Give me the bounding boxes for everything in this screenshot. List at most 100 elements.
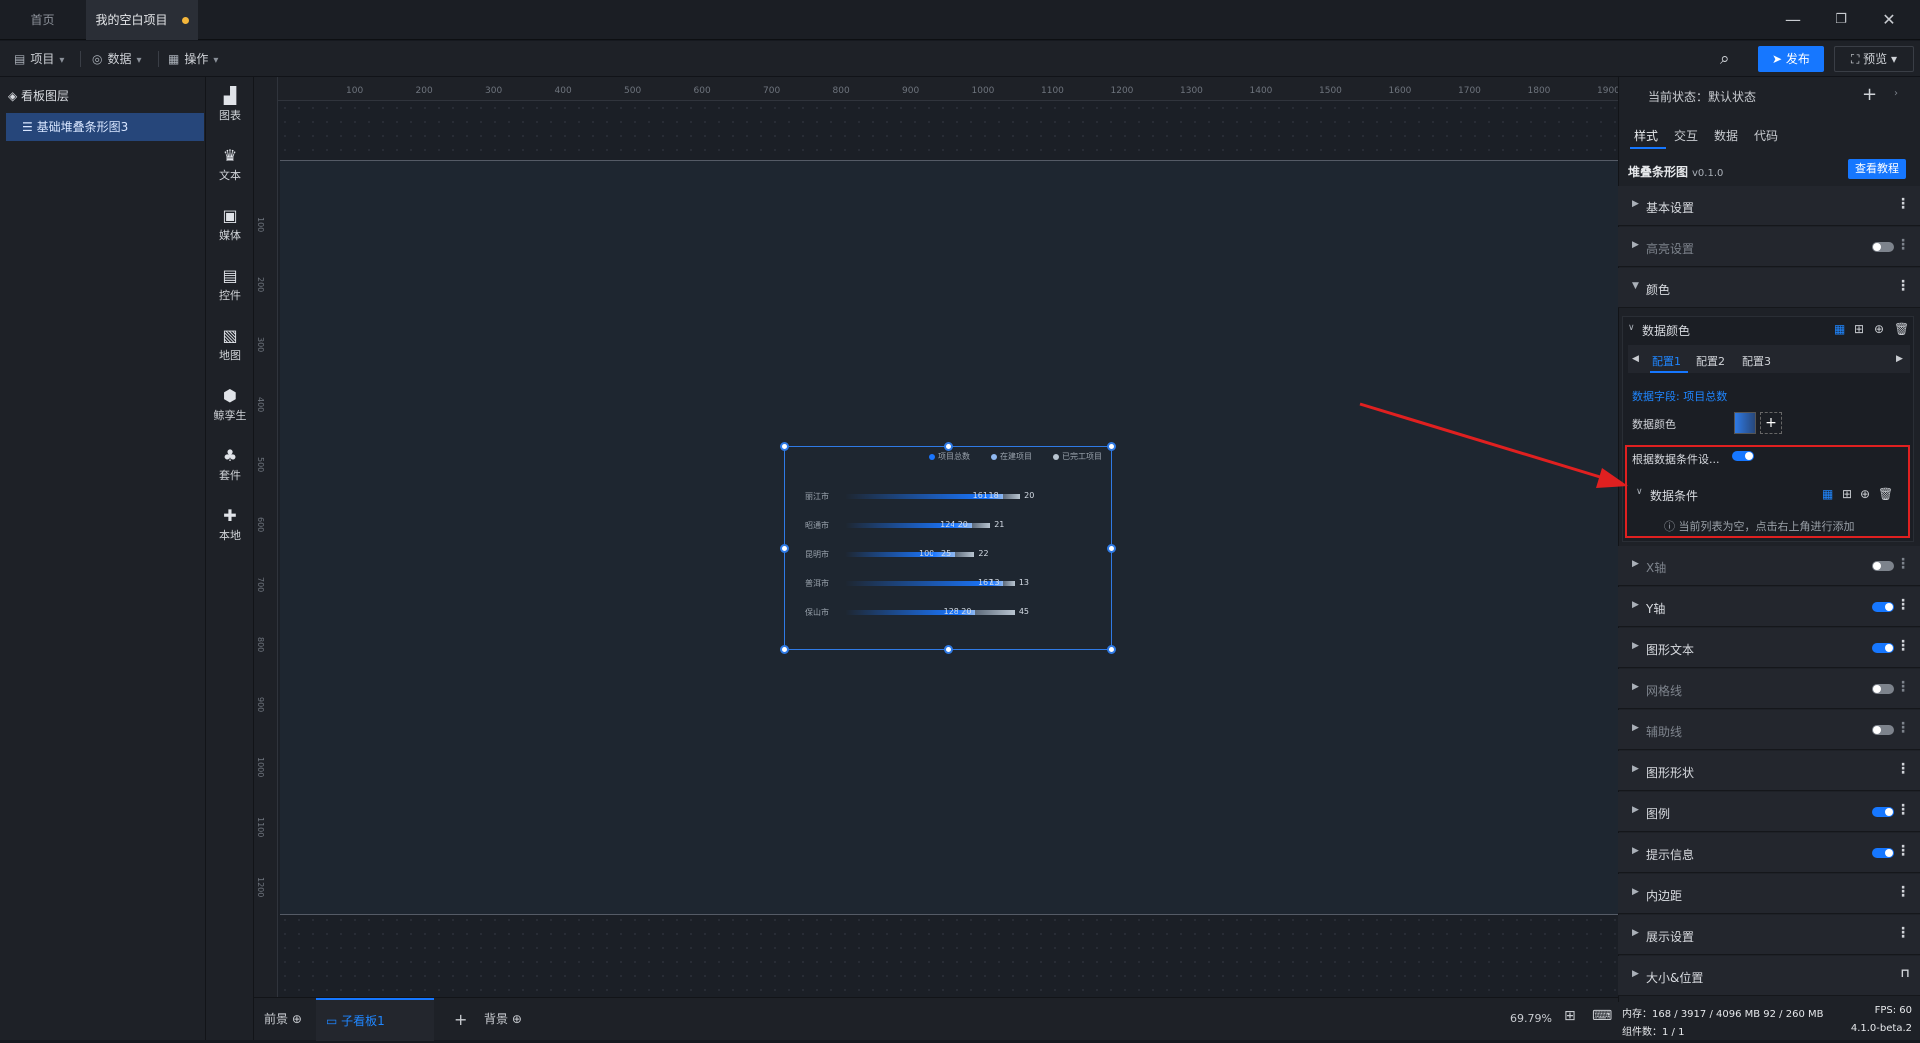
add-board-icon[interactable]: + bbox=[454, 998, 467, 1041]
minimize-icon[interactable]: — bbox=[1770, 0, 1816, 40]
config-tab-1[interactable]: 配置1 bbox=[1652, 353, 1681, 369]
section-size-position[interactable]: ▶ 大小&位置 ⊓ bbox=[1618, 956, 1920, 996]
color-swatch[interactable] bbox=[1734, 412, 1756, 434]
resize-handle[interactable] bbox=[944, 442, 953, 451]
resize-handle[interactable] bbox=[1107, 645, 1116, 654]
tab-home[interactable]: 首页 bbox=[0, 0, 85, 40]
add-circle-icon[interactable]: ⊕ bbox=[1874, 322, 1884, 336]
config-tab-3[interactable]: 配置3 bbox=[1742, 353, 1771, 369]
close-icon[interactable]: ✕ bbox=[1866, 0, 1912, 40]
tool-local[interactable]: ✚ 本地 bbox=[206, 507, 254, 543]
condition-toggle[interactable] bbox=[1732, 451, 1754, 461]
bar-segment[interactable] bbox=[845, 523, 955, 528]
resize-handle[interactable] bbox=[780, 442, 789, 451]
more-icon[interactable]: ⋮ bbox=[1896, 720, 1910, 736]
tab-code[interactable]: 代码 bbox=[1754, 127, 1778, 144]
config-tab-2[interactable]: 配置2 bbox=[1696, 353, 1725, 369]
section-graphic-text[interactable]: ▶ 图形文本 ⋮ bbox=[1618, 628, 1920, 668]
more-icon[interactable]: ⋮ bbox=[1896, 925, 1910, 941]
resize-handle[interactable] bbox=[1107, 442, 1116, 451]
section-guide-line[interactable]: ▶ 辅助线 ⋮ bbox=[1618, 710, 1920, 750]
section-x-axis[interactable]: ▶ X轴 ⋮ bbox=[1618, 546, 1920, 586]
menu-data[interactable]: ◎ 数据 ▾ bbox=[92, 41, 142, 77]
lock-icon[interactable]: ⊓ bbox=[1900, 966, 1910, 980]
fit-screen-icon[interactable]: ⊞ bbox=[1564, 1008, 1576, 1024]
bar-segment[interactable] bbox=[975, 610, 1015, 615]
tab-style[interactable]: 样式 bbox=[1634, 127, 1658, 144]
tab-background[interactable]: 背景 ⊕ bbox=[484, 998, 522, 1041]
section-grid[interactable]: ▶ 网格线 ⋮ bbox=[1618, 669, 1920, 709]
section-y-axis[interactable]: ▶ Y轴 ⋮ bbox=[1618, 587, 1920, 627]
toggle-switch[interactable] bbox=[1872, 807, 1894, 817]
stacked-bar-chart[interactable]: 项目总数 在建项目 已完工项目 丽江市 161 18 20 昭通市 124 20 21 昆明市 1… bbox=[780, 442, 1116, 654]
tab-project[interactable]: 我的空白项目 bbox=[86, 0, 198, 40]
toggle-switch[interactable] bbox=[1872, 725, 1894, 735]
table-icon[interactable]: ▦ bbox=[1834, 322, 1845, 336]
menu-ops[interactable]: ▦ 操作 ▾ bbox=[168, 41, 218, 77]
section-tooltip[interactable]: ▶ 提示信息 ⋮ bbox=[1618, 833, 1920, 873]
toggle-switch[interactable] bbox=[1872, 643, 1894, 653]
more-icon[interactable]: ⋮ bbox=[1896, 237, 1910, 253]
section-shape[interactable]: ▶ 图形形状 ⋮ bbox=[1618, 751, 1920, 791]
resize-handle[interactable] bbox=[944, 645, 953, 654]
preview-button[interactable]: ⛶ 预览 ▾ bbox=[1834, 46, 1914, 72]
caret-left-icon[interactable]: ◀ bbox=[1632, 354, 1639, 364]
bar-segment[interactable] bbox=[971, 523, 991, 528]
tool-map[interactable]: ▧ 地图 bbox=[206, 327, 254, 363]
menu-project[interactable]: ▤ 项目 ▾ bbox=[14, 41, 64, 77]
tutorial-button[interactable]: 查看教程 bbox=[1848, 159, 1906, 179]
bar-segment[interactable] bbox=[845, 610, 958, 615]
section-color[interactable]: ▼ 颜色 ⋮ bbox=[1618, 268, 1920, 308]
chevron-down-icon[interactable]: ∨ bbox=[1628, 323, 1635, 333]
resize-handle[interactable] bbox=[1107, 544, 1116, 553]
zoom-level[interactable]: 69.79% bbox=[1510, 1012, 1552, 1025]
layout-icon[interactable]: ⊞ bbox=[1854, 322, 1864, 336]
publish-button[interactable]: ➤ 发布 bbox=[1758, 46, 1824, 72]
more-icon[interactable]: ⋮ bbox=[1896, 802, 1910, 818]
search-icon[interactable]: ⌕ bbox=[1720, 49, 1740, 69]
more-icon[interactable]: ⋮ bbox=[1896, 679, 1910, 695]
more-icon[interactable]: ⋮ bbox=[1896, 884, 1910, 900]
more-icon[interactable]: ⋮ bbox=[1896, 597, 1910, 613]
tab-interaction[interactable]: 交互 bbox=[1674, 127, 1698, 144]
tool-control[interactable]: ▤ 控件 bbox=[206, 267, 254, 303]
section-padding[interactable]: ▶ 内边距 ⋮ bbox=[1618, 874, 1920, 914]
toggle-switch[interactable] bbox=[1872, 602, 1894, 612]
more-icon[interactable]: ⋮ bbox=[1896, 278, 1910, 294]
more-icon[interactable]: ⋮ bbox=[1896, 196, 1910, 212]
bar-segment[interactable] bbox=[1003, 581, 1015, 586]
bar-segment[interactable] bbox=[845, 494, 987, 499]
more-icon[interactable]: ⋮ bbox=[1896, 556, 1910, 572]
add-circle-icon[interactable]: ⊕ bbox=[1860, 487, 1870, 501]
table-icon[interactable]: ▦ bbox=[1822, 487, 1833, 501]
tool-text[interactable]: ♛ 文本 bbox=[206, 147, 254, 183]
trash-icon[interactable]: 🗑 bbox=[1878, 487, 1893, 501]
resize-handle[interactable] bbox=[780, 544, 789, 553]
section-basic[interactable]: ▶ 基本设置 ⋮ bbox=[1618, 186, 1920, 226]
layer-item[interactable]: ☰ 基础堆叠条形图3 bbox=[6, 113, 204, 141]
bar-segment[interactable] bbox=[845, 581, 992, 586]
add-icon[interactable]: ⊕ bbox=[292, 1012, 302, 1026]
section-highlight[interactable]: ▶ 高亮设置 ⋮ bbox=[1618, 227, 1920, 267]
bar-segment[interactable] bbox=[1002, 494, 1021, 499]
tool-twin[interactable]: ⬢ 鲸孪生 bbox=[206, 387, 254, 423]
more-icon[interactable]: ⋮ bbox=[1896, 843, 1910, 859]
tool-kit[interactable]: ♣ 套件 bbox=[206, 447, 254, 483]
layout-icon[interactable]: ⊞ bbox=[1842, 487, 1852, 501]
tab-subboard[interactable]: ▭ 子看板1 bbox=[316, 998, 434, 1041]
add-state-icon[interactable]: + bbox=[1862, 84, 1877, 105]
more-icon[interactable]: ⋮ bbox=[1896, 761, 1910, 777]
add-color-button[interactable]: + bbox=[1760, 412, 1782, 434]
keyboard-icon[interactable]: ⌨ bbox=[1592, 1008, 1612, 1024]
resize-handle[interactable] bbox=[780, 645, 789, 654]
tab-data[interactable]: 数据 bbox=[1714, 127, 1738, 144]
tool-chart[interactable]: ▟ 图表 bbox=[206, 87, 254, 123]
chevron-right-icon[interactable]: › bbox=[1894, 88, 1898, 99]
more-icon[interactable]: ⋮ bbox=[1896, 638, 1910, 654]
toggle-switch[interactable] bbox=[1872, 561, 1894, 571]
bar-segment[interactable] bbox=[955, 552, 975, 557]
section-legend[interactable]: ▶ 图例 ⋮ bbox=[1618, 792, 1920, 832]
tool-media[interactable]: ▣ 媒体 bbox=[206, 207, 254, 243]
toggle-switch[interactable] bbox=[1872, 848, 1894, 858]
tab-foreground[interactable]: 前景 ⊕ bbox=[264, 998, 302, 1041]
